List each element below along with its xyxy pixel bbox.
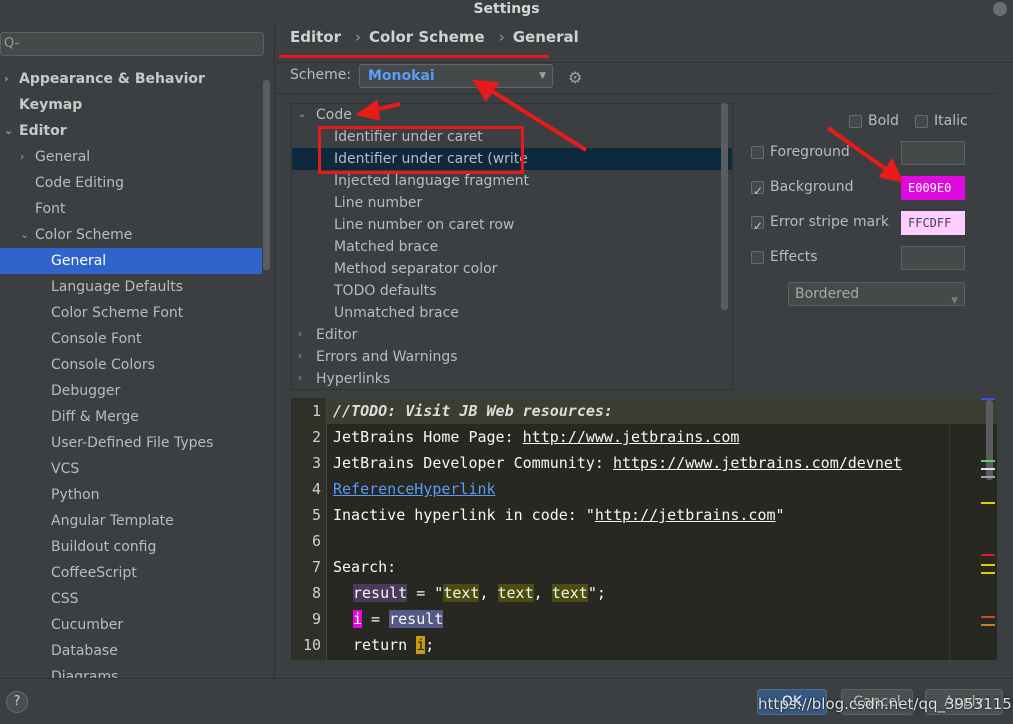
arrow-head [355, 99, 381, 121]
arrow-to-scheme [488, 88, 588, 152]
annotation-arrows [355, 79, 904, 183]
arrow-head [472, 79, 500, 102]
arrow-to-background [826, 126, 892, 174]
arrow-head [878, 157, 904, 183]
